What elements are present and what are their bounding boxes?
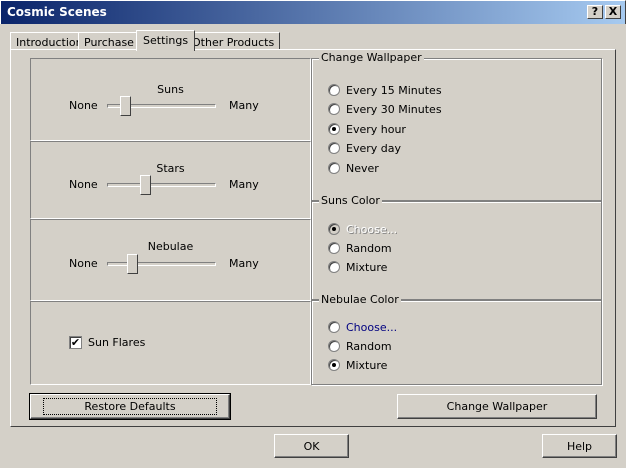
- radio-every-15-minutes[interactable]: Every 15 Minutes: [328, 82, 442, 98]
- change-wallpaper-group-label: Change Wallpaper: [319, 51, 424, 64]
- radio-button[interactable]: [328, 261, 340, 273]
- tab-purchase[interactable]: Purchase: [78, 32, 140, 50]
- radio-label: Every 30 Minutes: [346, 102, 442, 116]
- suns-color-group: Suns Color Choose... Random Mixture: [311, 194, 602, 300]
- nebulae-slider-thumb[interactable]: [127, 254, 138, 274]
- suns-slider-thumb[interactable]: [120, 96, 131, 116]
- radio-button[interactable]: [328, 142, 340, 154]
- radio-button[interactable]: [328, 162, 340, 174]
- radio-label: Every hour: [346, 122, 406, 136]
- radio-label: Random: [346, 241, 392, 255]
- radio-label: Never: [346, 161, 379, 175]
- radio-button[interactable]: [328, 359, 340, 371]
- nebulae-slider-cell: Nebulae None Many: [30, 219, 311, 301]
- nebulae-color-group-label: Nebulae Color: [319, 293, 401, 306]
- sun-flares-cell: ✔ Sun Flares: [30, 301, 311, 385]
- radio-suns-choose[interactable]: Choose...: [328, 221, 397, 237]
- stars-slider-track[interactable]: [107, 183, 216, 187]
- change-wallpaper-group: Change Wallpaper Every 15 Minutes Every …: [311, 51, 602, 201]
- radio-every-30-minutes[interactable]: Every 30 Minutes: [328, 101, 442, 117]
- radio-button[interactable]: [328, 242, 340, 254]
- nebulae-slider-min-label: None: [69, 257, 98, 270]
- radio-button[interactable]: [328, 84, 340, 96]
- window-title: Cosmic Scenes: [7, 5, 107, 19]
- tab-introduction[interactable]: Introduction: [10, 32, 89, 50]
- tab-settings[interactable]: Settings: [136, 30, 196, 51]
- nebulae-slider-max-label: Many: [229, 257, 259, 270]
- stars-slider-title: Stars: [156, 162, 185, 175]
- radio-never[interactable]: Never: [328, 160, 379, 176]
- sun-flares-checkbox-row[interactable]: ✔ Sun Flares: [69, 336, 145, 349]
- restore-defaults-label: Restore Defaults: [43, 398, 217, 415]
- radio-button[interactable]: [328, 340, 340, 352]
- suns-slider-min-label: None: [69, 99, 98, 112]
- nebulae-slider-title: Nebulae: [147, 240, 194, 253]
- radio-nebulae-choose[interactable]: Choose...: [328, 319, 397, 335]
- nebulae-slider-track[interactable]: [107, 262, 216, 266]
- nebulae-color-group: Nebulae Color Choose... Random Mixture: [311, 293, 602, 385]
- restore-defaults-button[interactable]: Restore Defaults: [29, 393, 231, 420]
- stars-slider-thumb[interactable]: [140, 175, 151, 195]
- radio-label: Mixture: [346, 260, 388, 274]
- radio-nebulae-mixture[interactable]: Mixture: [328, 357, 387, 373]
- title-bar: Cosmic Scenes ? X: [0, 0, 626, 24]
- radio-label: Mixture: [346, 358, 388, 372]
- radio-label[interactable]: Choose...: [346, 321, 397, 334]
- radio-button[interactable]: [328, 123, 340, 135]
- radio-label: Choose...: [346, 222, 398, 236]
- suns-slider-title: Suns: [157, 83, 184, 96]
- radio-button[interactable]: [328, 103, 340, 115]
- stars-slider-cell: Stars None Many: [30, 141, 311, 219]
- stars-slider-min-label: None: [69, 178, 98, 191]
- radio-every-day[interactable]: Every day: [328, 140, 401, 156]
- suns-slider-cell: Suns None Many: [30, 58, 311, 141]
- suns-slider-max-label: Many: [229, 99, 259, 112]
- help-title-button[interactable]: ?: [587, 5, 603, 19]
- radio-every-hour[interactable]: Every hour: [328, 121, 406, 137]
- sun-flares-checkbox[interactable]: ✔: [69, 336, 82, 349]
- change-wallpaper-button[interactable]: Change Wallpaper: [397, 394, 597, 419]
- radio-suns-random[interactable]: Random: [328, 240, 392, 256]
- radio-button[interactable]: [328, 223, 340, 235]
- suns-color-group-label: Suns Color: [319, 194, 382, 207]
- stars-slider-max-label: Many: [229, 178, 259, 191]
- radio-label: Every 15 Minutes: [346, 83, 442, 97]
- radio-suns-mixture[interactable]: Mixture: [328, 259, 387, 275]
- ok-button[interactable]: OK: [274, 434, 349, 458]
- radio-label: Every day: [346, 141, 401, 155]
- radio-nebulae-random[interactable]: Random: [328, 338, 392, 354]
- sun-flares-label: Sun Flares: [88, 336, 146, 349]
- radio-button[interactable]: [328, 321, 340, 333]
- close-icon[interactable]: X: [605, 5, 621, 19]
- help-button[interactable]: Help: [542, 434, 617, 458]
- radio-label: Random: [346, 339, 392, 353]
- tab-other-products[interactable]: Other Products: [186, 32, 281, 50]
